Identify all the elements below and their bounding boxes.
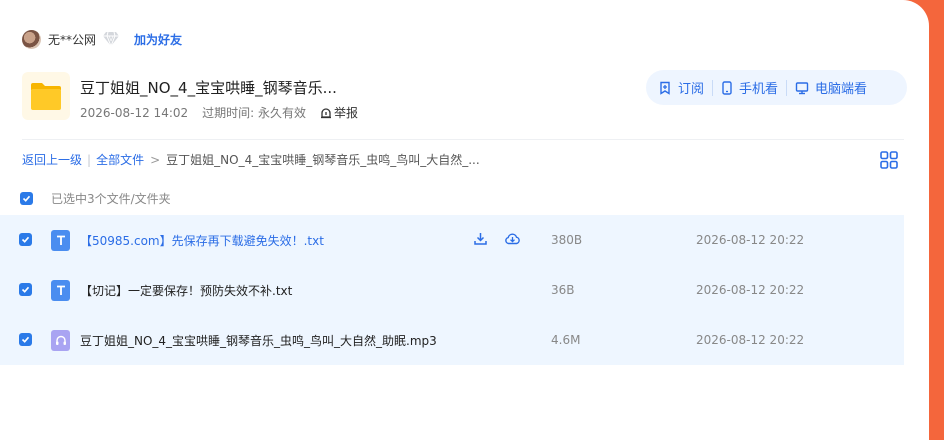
- file-name[interactable]: 【切记】一定要保存！预防失效不补.txt: [80, 282, 292, 299]
- subscribe-label: 订阅: [678, 82, 705, 97]
- pc-view-button[interactable]: 电脑端看: [787, 78, 875, 97]
- file-name[interactable]: 豆丁姐姐_NO_4_宝宝哄睡_钢琴音乐_虫鸣_鸟叫_大自然_助眠.mp3: [80, 332, 437, 349]
- share-date: 2026-08-12 14:02: [80, 105, 189, 120]
- file-row[interactable]: 【切记】一定要保存！预防失效不补.txt 36B 2026-08-12 20:2…: [0, 265, 904, 315]
- file-date: 2026-08-12 20:22: [696, 333, 805, 347]
- report-icon: [321, 107, 332, 118]
- breadcrumb-arrow: >: [150, 152, 161, 167]
- file-date: 2026-08-12 20:22: [696, 233, 805, 247]
- select-all-checkbox[interactable]: [20, 192, 33, 205]
- current-folder: 豆丁姐姐_NO_4_宝宝哄睡_钢琴音乐_虫鸣_鸟叫_大自然_...: [166, 153, 480, 167]
- subscribe-button[interactable]: 订阅: [646, 78, 712, 97]
- check-icon: [21, 236, 30, 243]
- file-date: 2026-08-12 20:22: [696, 283, 805, 297]
- check-icon: [22, 195, 31, 202]
- check-icon: [21, 286, 30, 293]
- txt-file-icon: [51, 280, 70, 301]
- breadcrumb: 返回上一级 | 全部文件 > 豆丁姐姐_NO_4_宝宝哄睡_钢琴音乐_虫鸣_鸟叫…: [22, 151, 480, 168]
- expire-label: 过期时间:: [202, 106, 255, 120]
- phone-icon: [722, 80, 732, 95]
- selection-count: 已选中3个文件/文件夹: [51, 192, 171, 206]
- diamond-icon: V: [102, 31, 120, 47]
- user-row: 无**公网 V 加为好友: [22, 28, 182, 50]
- share-card: 无**公网 V 加为好友 豆丁姐姐_NO_4_宝宝哄睡_钢琴音乐... 2026…: [0, 0, 929, 440]
- file-size: 4.6M: [551, 333, 581, 347]
- file-list: 【50985.com】先保存再下载避免失效！.txt 380B 2026-08-…: [0, 215, 904, 365]
- file-size: 380B: [551, 233, 583, 247]
- monitor-icon: [795, 81, 809, 94]
- expire-value: 永久有效: [258, 106, 307, 120]
- bookmark-icon: [660, 81, 670, 95]
- pc-view-label: 电脑端看: [815, 82, 868, 97]
- avatar[interactable]: [22, 29, 41, 49]
- file-name[interactable]: 【50985.com】先保存再下载避免失效！.txt: [80, 232, 324, 249]
- share-meta: 2026-08-12 14:02 过期时间: 永久有效 举报: [80, 104, 358, 121]
- download-icon[interactable]: [473, 231, 488, 250]
- grid-view-icon[interactable]: [880, 151, 898, 173]
- divider: [22, 139, 904, 140]
- check-icon: [21, 336, 30, 343]
- cloud-save-icon[interactable]: [504, 231, 521, 250]
- report-button[interactable]: 举报: [320, 104, 358, 121]
- back-link[interactable]: 返回上一级: [22, 151, 82, 168]
- mobile-view-button[interactable]: 手机看: [713, 78, 786, 97]
- report-label: 举报: [334, 106, 359, 120]
- add-friend-link[interactable]: 加为好友: [134, 31, 182, 48]
- folder-icon: [22, 72, 70, 120]
- selection-bar: 已选中3个文件/文件夹: [20, 190, 171, 207]
- txt-file-icon: [51, 230, 70, 251]
- row-actions: [473, 231, 521, 250]
- file-size: 36B: [551, 283, 575, 297]
- mobile-view-label: 手机看: [739, 82, 779, 97]
- audio-file-icon: [51, 330, 70, 351]
- row-checkbox[interactable]: [19, 233, 32, 246]
- breadcrumb-separator: |: [87, 152, 92, 167]
- file-row[interactable]: 【50985.com】先保存再下载避免失效！.txt 380B 2026-08-…: [0, 215, 904, 265]
- share-title: 豆丁姐姐_NO_4_宝宝哄睡_钢琴音乐...: [80, 79, 337, 97]
- view-actions: 订阅 手机看 电脑端看: [646, 70, 907, 105]
- file-row[interactable]: 豆丁姐姐_NO_4_宝宝哄睡_钢琴音乐_虫鸣_鸟叫_大自然_助眠.mp3 4.6…: [0, 315, 904, 365]
- row-checkbox[interactable]: [19, 283, 32, 296]
- username[interactable]: 无**公网: [48, 31, 96, 48]
- all-files-link[interactable]: 全部文件: [96, 151, 144, 168]
- expire-info: 过期时间: 永久有效: [202, 104, 306, 121]
- row-checkbox[interactable]: [19, 333, 32, 346]
